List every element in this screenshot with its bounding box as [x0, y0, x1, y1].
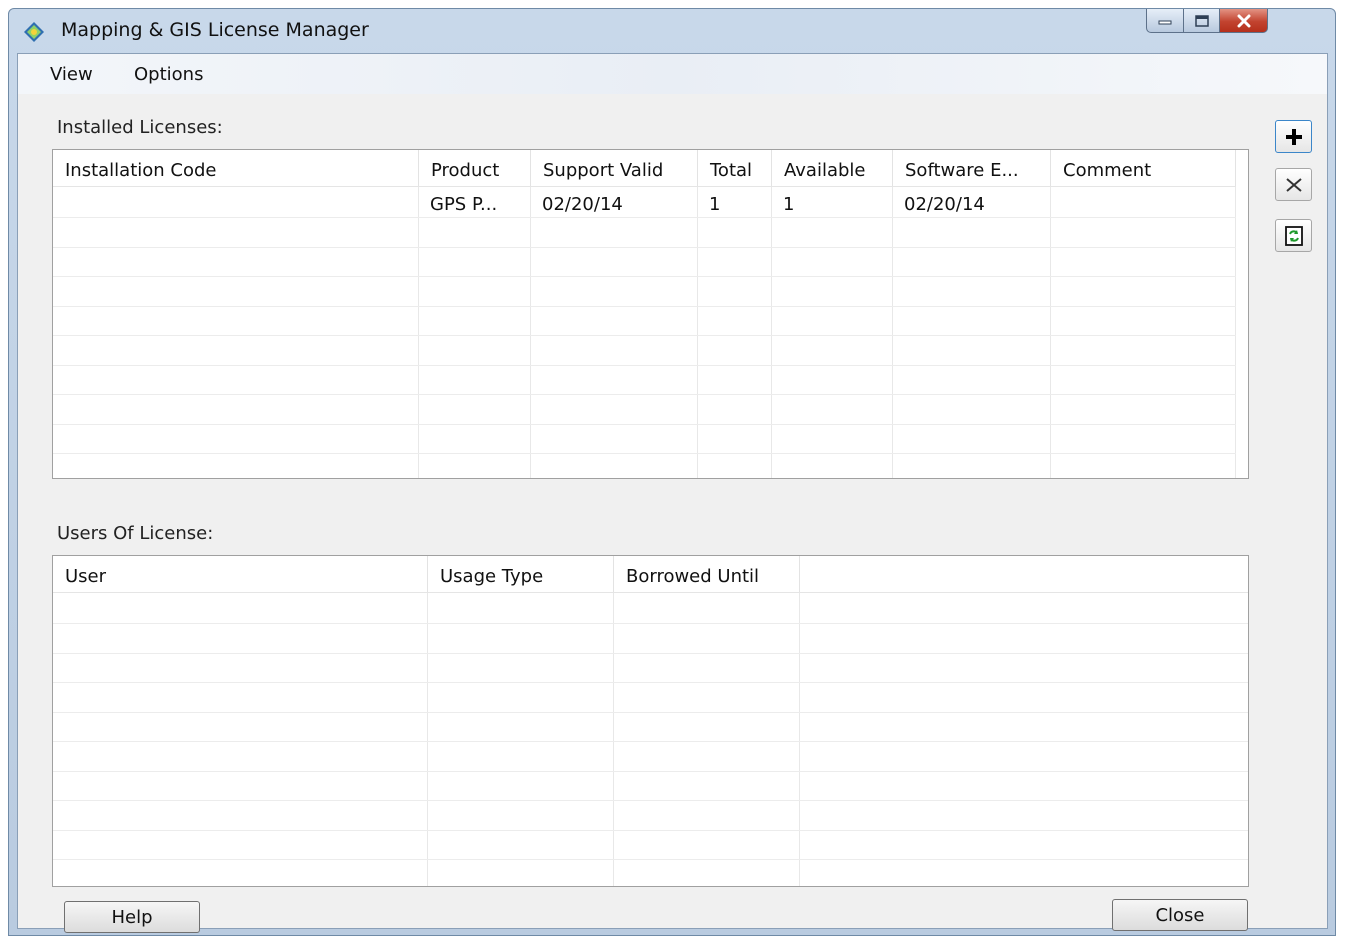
installed-licenses-header: Installation Code Product Support Valid …: [53, 150, 1236, 187]
installed-licenses-table[interactable]: Installation Code Product Support Valid …: [52, 149, 1249, 479]
col-total[interactable]: Total: [698, 150, 772, 186]
col-comment[interactable]: Comment: [1051, 150, 1236, 186]
col-installation-code[interactable]: Installation Code: [53, 150, 419, 186]
col-software-expiry[interactable]: Software E...: [893, 150, 1051, 186]
col-borrowed-until[interactable]: Borrowed Until: [614, 556, 800, 592]
title-bar[interactable]: Mapping & GIS License Manager: [9, 9, 1335, 53]
menu-bar: View Options: [18, 54, 1327, 94]
users-header: User Usage Type Borrowed Until: [53, 556, 1248, 593]
x-icon: [1285, 177, 1302, 192]
cell-software-expiry: 02/20/14: [904, 194, 985, 215]
col-available[interactable]: Available: [772, 150, 893, 186]
app-logo-icon: [24, 22, 44, 42]
close-button[interactable]: Close: [1112, 899, 1248, 931]
plus-icon: [1285, 128, 1302, 145]
col-support-valid[interactable]: Support Valid: [531, 150, 698, 186]
client-area: View Options Installed Licenses: Install…: [17, 53, 1328, 933]
users-of-license-table[interactable]: User Usage Type Borrowed Until: [52, 555, 1249, 887]
menu-options[interactable]: Options: [134, 64, 203, 85]
col-user[interactable]: User: [53, 556, 428, 592]
minimize-icon: [1158, 20, 1172, 24]
col-usage-type[interactable]: Usage Type: [428, 556, 614, 592]
cell-total: 1: [709, 194, 721, 215]
maximize-button[interactable]: [1184, 9, 1220, 33]
maximize-icon: [1194, 14, 1209, 27]
refresh-icon: [1284, 225, 1303, 246]
close-icon: [1237, 14, 1250, 27]
window-title: Mapping & GIS License Manager: [61, 19, 369, 41]
app-window: Mapping & GIS License Manager View Optio…: [8, 8, 1336, 936]
cell-support-valid: 02/20/14: [542, 194, 623, 215]
cell-product: GPS P...: [430, 194, 498, 215]
users-of-license-label: Users Of License:: [57, 523, 214, 544]
menu-view[interactable]: View: [50, 64, 93, 85]
installed-licenses-label: Installed Licenses:: [57, 117, 223, 138]
refresh-license-button[interactable]: [1275, 219, 1312, 252]
add-license-button[interactable]: [1275, 120, 1312, 153]
close-window-button[interactable]: [1220, 9, 1268, 33]
cell-available: 1: [783, 194, 795, 215]
minimize-button[interactable]: [1146, 9, 1184, 33]
help-button[interactable]: Help: [64, 901, 200, 933]
col-product[interactable]: Product: [419, 150, 531, 186]
remove-license-button[interactable]: [1275, 168, 1312, 201]
